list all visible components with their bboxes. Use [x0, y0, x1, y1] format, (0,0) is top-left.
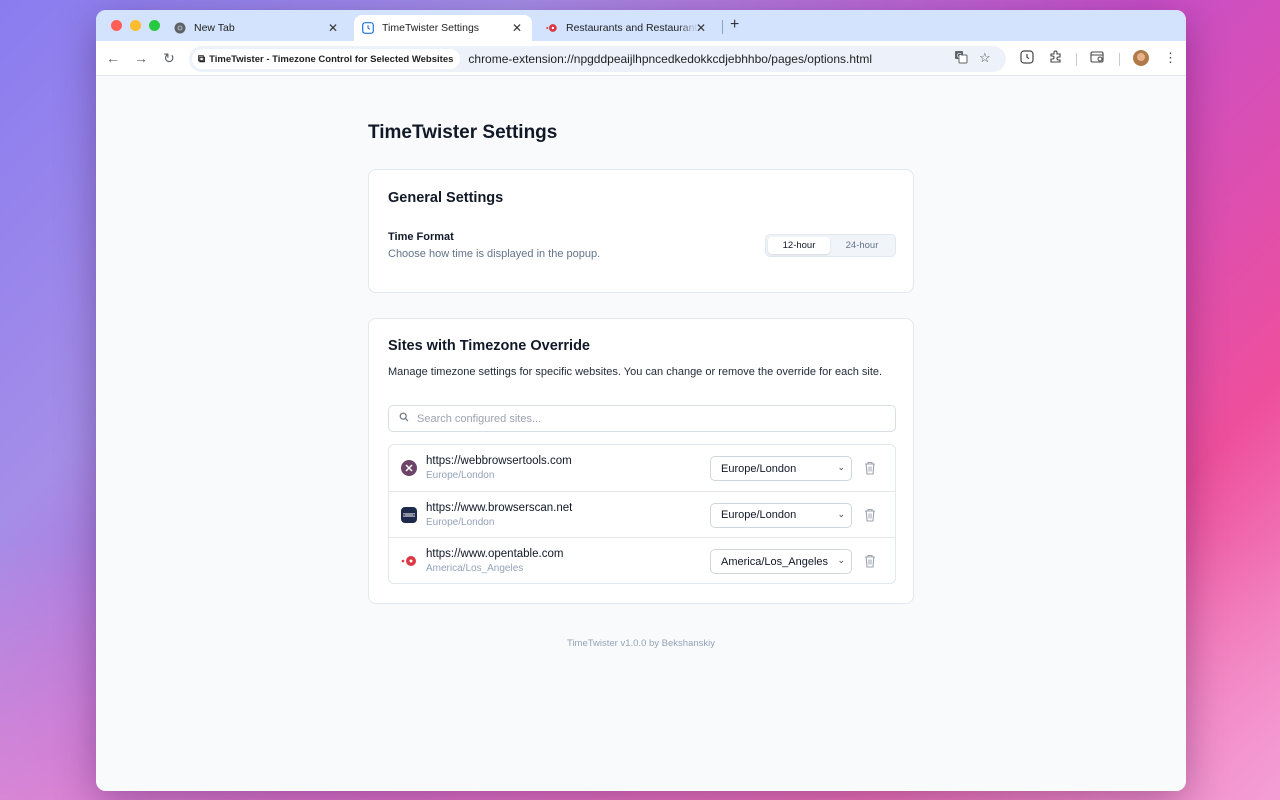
extension-chip-label: TimeTwister - Timezone Control for Selec… [209, 53, 454, 65]
toolbar-divider [1119, 53, 1120, 66]
browser-toolbar: ← → ↻ ⧉ TimeTwister - Timezone Control f… [96, 41, 1186, 76]
forward-arrow-icon[interactable]: → [133, 50, 149, 66]
time-format-label: Time Format [388, 231, 454, 243]
footer-version: TimeTwister v1.0.0 by Bekshanskiy [566, 638, 715, 649]
chrome-icon [174, 22, 186, 34]
site-timezone: Europe/London [426, 470, 495, 481]
address-bar[interactable]: ⧉ TimeTwister - Timezone Control for Sel… [189, 46, 1006, 72]
tab-title: New Tab [194, 22, 235, 34]
timezone-select[interactable]: Europe/London ⌄ [710, 502, 852, 528]
site-url: https://www.opentable.com [426, 548, 564, 561]
tab-title: TimeTwister Settings [382, 22, 480, 34]
site-row: https://www.opentable.com America/Los_An… [389, 538, 895, 583]
profile-avatar[interactable] [1133, 50, 1149, 66]
site-search-input[interactable] [417, 412, 857, 425]
site-row: https://www.browserscan.net Europe/Londo… [389, 492, 895, 539]
close-window-button[interactable] [111, 20, 122, 31]
timetwister-extension-icon[interactable] [1020, 50, 1034, 67]
site-list: https://webbrowsertools.com Europe/Londo… [388, 444, 896, 584]
site-url: https://www.browserscan.net [426, 501, 573, 514]
side-panel-search-icon[interactable] [1090, 50, 1105, 67]
site-timezone: America/Los_Angeles [426, 563, 524, 575]
close-tab-icon[interactable]: ✕ [328, 21, 338, 35]
timezone-select-value: Europe/London [721, 509, 797, 522]
browser-window: New Tab ✕ TimeTwister Settings ✕ Restaur… [96, 10, 1186, 791]
trash-icon[interactable] [863, 507, 877, 523]
site-row: https://webbrowsertools.com Europe/Londo… [389, 445, 895, 492]
back-arrow-icon[interactable]: ← [105, 50, 121, 66]
puzzle-icon: ⧉ [198, 53, 206, 65]
site-timezone: Europe/London [426, 516, 495, 528]
close-tab-icon[interactable]: ✕ [512, 21, 522, 35]
time-format-24-hour[interactable]: 24-hour [831, 237, 893, 254]
tab-bar: New Tab ✕ TimeTwister Settings ✕ Restaur… [96, 10, 1186, 41]
options-page: TimeTwister Settings General Settings Ti… [96, 76, 1186, 791]
page-title: TimeTwister Settings [368, 122, 558, 143]
site-url: https://webbrowsertools.com [426, 455, 572, 467]
opentable-icon [401, 553, 417, 569]
time-format-toggle: 12-hour 24-hour [765, 234, 896, 257]
maximize-window-button[interactable] [149, 20, 160, 31]
translate-icon[interactable]: G [954, 50, 968, 67]
reload-icon[interactable]: ↻ [161, 50, 177, 67]
chevron-down-icon: ⌄ [837, 555, 845, 566]
general-settings-card: General Settings Time Format Choose how … [368, 169, 914, 293]
trash-icon[interactable] [863, 460, 877, 476]
timezone-select-value: Europe/London [721, 462, 797, 475]
svg-text:G: G [957, 54, 962, 60]
minimize-window-button[interactable] [130, 20, 141, 31]
sites-override-description: Manage timezone settings for specific we… [388, 366, 883, 378]
time-format-12-hour[interactable]: 12-hour [768, 237, 830, 254]
search-icon [399, 412, 409, 425]
chevron-down-icon: ⌄ [837, 508, 845, 519]
webbrowsertools-icon [401, 460, 417, 476]
extensions-puzzle-icon[interactable] [1049, 50, 1063, 67]
new-tab-button[interactable]: + [730, 16, 739, 34]
sites-override-heading: Sites with Timezone Override [388, 338, 590, 354]
tab-new-tab[interactable]: New Tab ✕ [166, 15, 348, 41]
sites-override-card: Sites with Timezone Override Manage time… [368, 318, 914, 604]
more-menu-icon[interactable]: ⋮ [1164, 50, 1177, 66]
chevron-down-icon: ⌄ [837, 462, 845, 472]
close-tab-icon[interactable]: ✕ [696, 21, 706, 35]
opentable-icon [546, 22, 558, 34]
site-search-box [388, 405, 896, 432]
bookmark-star-icon[interactable]: ☆ [979, 50, 991, 66]
trash-icon[interactable] [863, 553, 877, 569]
browserscan-icon [401, 506, 417, 523]
url-text[interactable]: chrome-extension://npgddpeaijlhpncedkedo… [468, 52, 872, 66]
tab-title: Restaurants and Restaurant B [566, 22, 698, 34]
timezone-select-value: America/Los_Angeles [721, 555, 829, 568]
toolbar-divider [1076, 53, 1077, 66]
tab-restaurants[interactable]: Restaurants and Restaurant B ✕ [538, 15, 716, 41]
clock-icon [362, 22, 374, 34]
window-controls [111, 20, 160, 31]
tab-separator [722, 20, 723, 34]
timezone-select[interactable]: Europe/London ⌄ [710, 456, 852, 481]
timezone-select[interactable]: America/Los_Angeles ⌄ [710, 549, 852, 575]
general-settings-heading: General Settings [388, 190, 504, 206]
time-format-description: Choose how time is displayed in the popu… [388, 248, 601, 260]
extension-chip[interactable]: ⧉ TimeTwister - Timezone Control for Sel… [192, 49, 461, 69]
tab-timetwister-settings[interactable]: TimeTwister Settings ✕ [354, 15, 532, 41]
